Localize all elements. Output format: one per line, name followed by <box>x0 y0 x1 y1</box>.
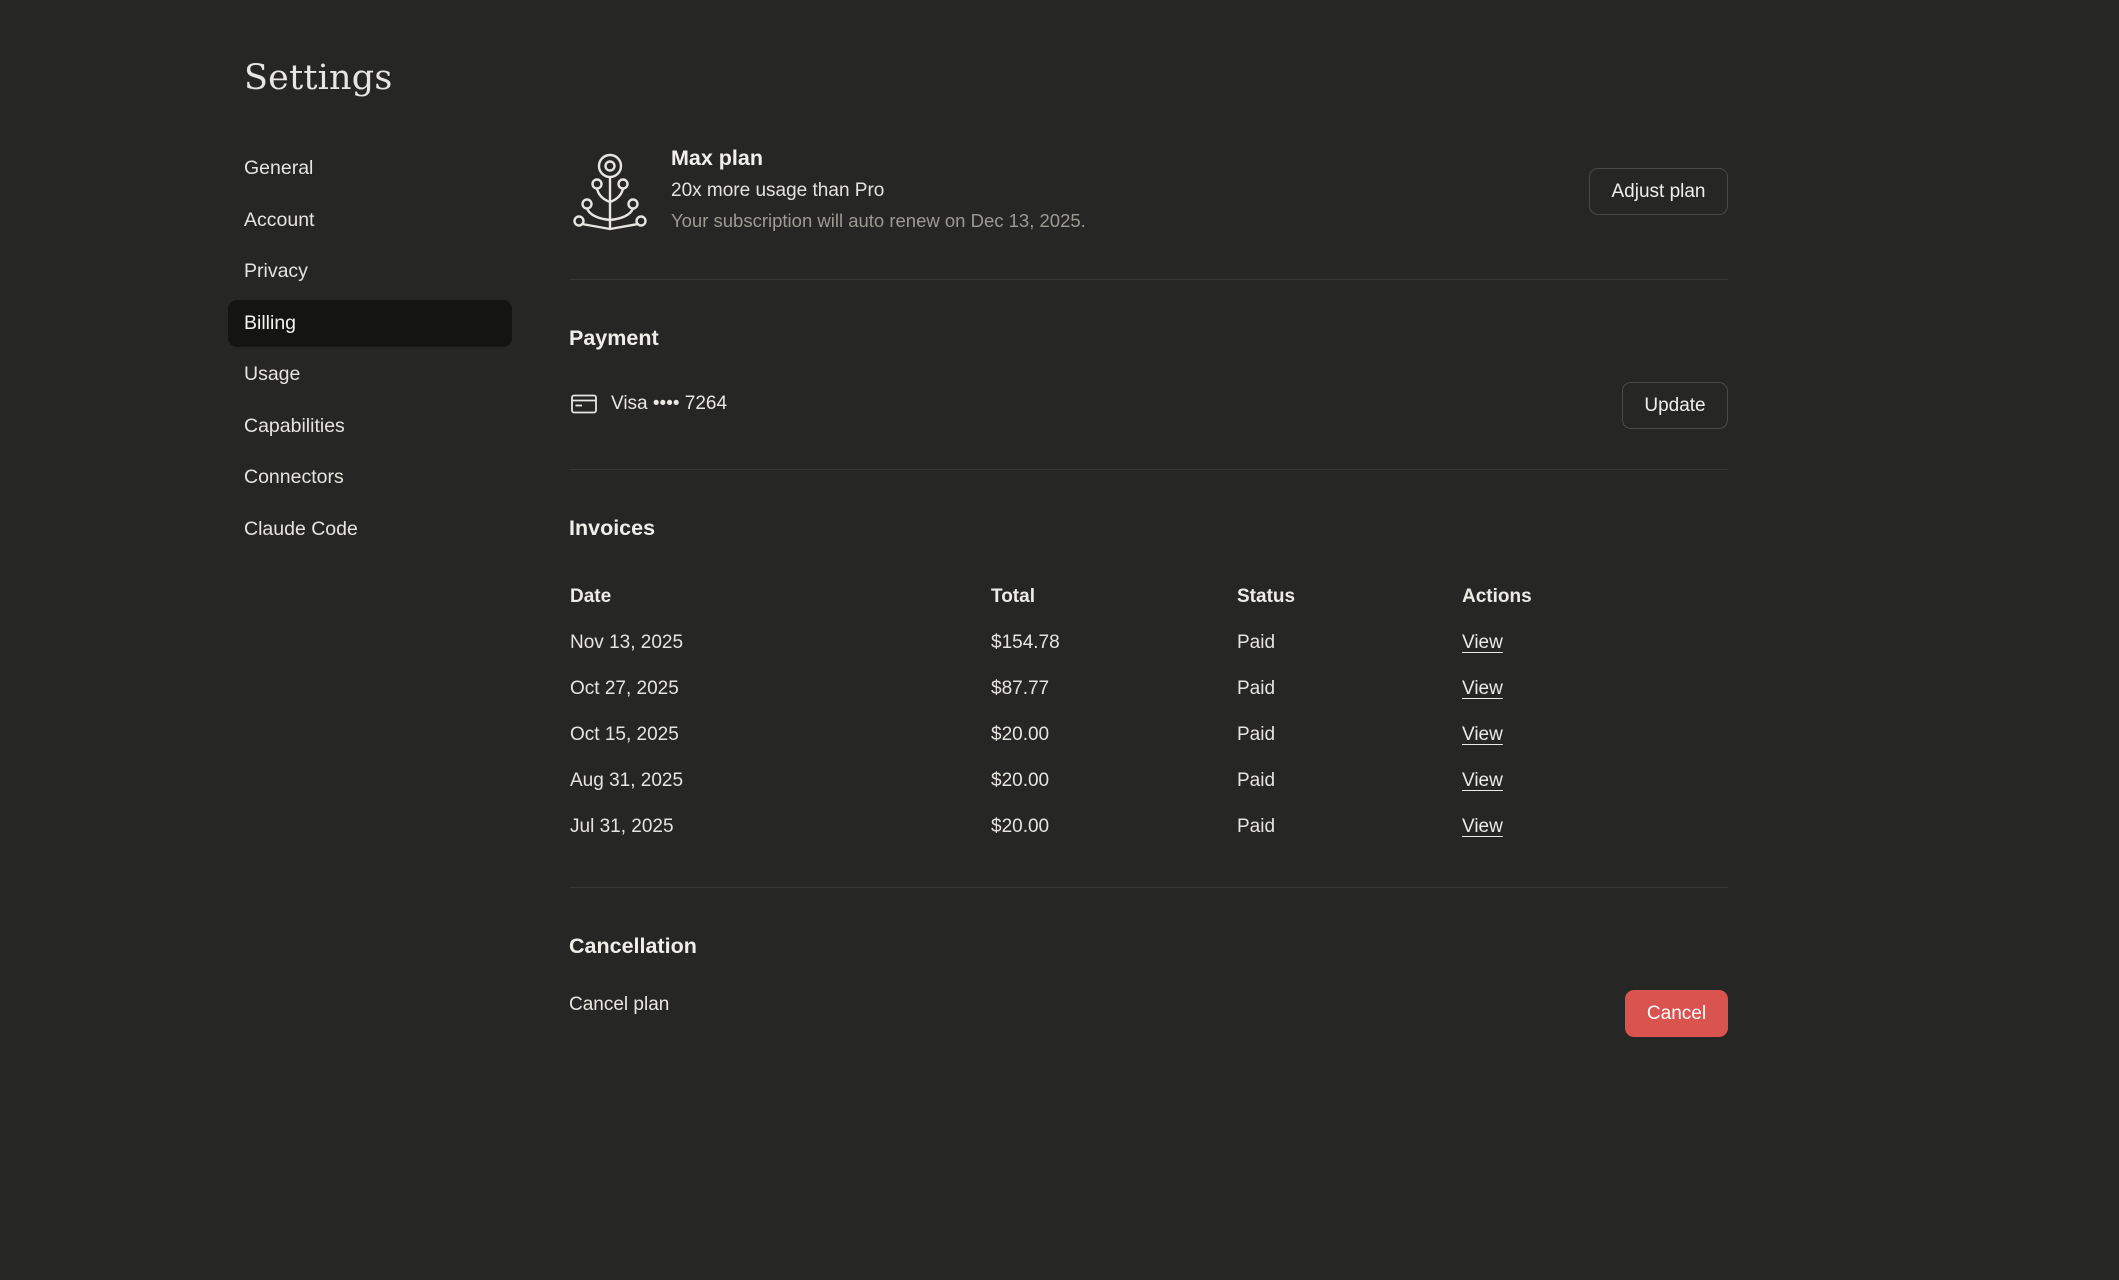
invoice-total: $20.00 <box>991 724 1050 745</box>
sidebar-item-billing[interactable]: Billing <box>228 299 512 347</box>
invoice-status: Paid <box>1237 724 1276 745</box>
invoice-total: $20.00 <box>991 816 1050 837</box>
cancel-plan-label: Cancel plan <box>569 994 670 1015</box>
invoice-date: Nov 13, 2025 <box>570 632 684 653</box>
sidebar-item-label: Account <box>244 208 315 231</box>
credit-card-icon <box>571 394 597 414</box>
cancellation-title: Cancellation <box>569 934 697 958</box>
invoice-date: Jul 31, 2025 <box>570 816 674 837</box>
invoice-date: Aug 31, 2025 <box>570 770 684 791</box>
view-invoice-link[interactable]: View <box>1462 632 1503 654</box>
cancel-plan-button[interactable]: Cancel <box>1625 990 1728 1037</box>
header-date: Date <box>570 586 612 607</box>
sidebar-item-privacy[interactable]: Privacy <box>228 248 512 295</box>
invoice-date: Oct 27, 2025 <box>570 678 679 699</box>
settings-sidebar: General Account Privacy Billing Usage Ca… <box>228 145 512 557</box>
adjust-plan-button[interactable]: Adjust plan <box>1589 168 1728 215</box>
invoice-status: Paid <box>1237 816 1276 837</box>
plan-tree-icon <box>573 153 647 231</box>
plan-section: Max plan 20x more usage than Pro Your su… <box>569 140 1728 280</box>
card-number: Visa •••• 7264 <box>611 393 728 414</box>
table-header: Date Total Status Actions <box>570 574 1728 620</box>
table-row: Nov 13, 2025 $154.78 Paid View <box>570 620 1728 666</box>
sidebar-item-usage[interactable]: Usage <box>228 351 512 398</box>
sidebar-item-account[interactable]: Account <box>228 197 512 244</box>
invoice-date: Oct 15, 2025 <box>570 724 679 745</box>
plan-details: Max plan 20x more usage than Pro Your su… <box>671 146 1086 232</box>
sidebar-item-label: Privacy <box>244 260 308 282</box>
payment-section: Payment Visa •••• 7264 Update <box>569 280 1728 470</box>
sidebar-item-capabilities[interactable]: Capabilities <box>228 403 512 450</box>
table-row: Oct 15, 2025 $20.00 Paid View <box>570 712 1728 758</box>
cancellation-section: Cancellation Cancel plan Cancel <box>569 888 1728 1058</box>
invoice-total: $154.78 <box>991 632 1060 653</box>
sidebar-item-label: Usage <box>244 363 301 385</box>
view-invoice-link[interactable]: View <box>1462 678 1503 700</box>
view-invoice-link[interactable]: View <box>1462 816 1503 838</box>
invoice-status: Paid <box>1237 770 1276 791</box>
table-row: Aug 31, 2025 $20.00 Paid View <box>570 758 1728 804</box>
header-actions: Actions <box>1462 586 1532 607</box>
plan-name: Max plan <box>671 146 763 170</box>
invoice-status: Paid <box>1237 678 1276 699</box>
payment-method: Visa •••• 7264 <box>571 393 727 415</box>
view-invoice-link[interactable]: View <box>1462 724 1503 746</box>
billing-content: Max plan 20x more usage than Pro Your su… <box>569 140 1728 1058</box>
invoices-title: Invoices <box>569 516 656 540</box>
sidebar-item-general[interactable]: General <box>228 145 512 192</box>
sidebar-item-label: Claude Code <box>244 517 358 540</box>
sidebar-item-label: Capabilities <box>244 414 345 437</box>
plan-renewal-note: Your subscription will auto renew on Dec… <box>671 210 1086 231</box>
view-invoice-link[interactable]: View <box>1462 770 1503 792</box>
payment-title: Payment <box>569 326 659 350</box>
header-total: Total <box>991 586 1035 607</box>
invoice-status: Paid <box>1237 632 1276 653</box>
invoices-section: Invoices Date Total Status Actions Nov 1… <box>569 470 1728 888</box>
sidebar-item-connectors[interactable]: Connectors <box>228 454 512 501</box>
page-title: Settings <box>244 58 393 98</box>
sidebar-item-label: Connectors <box>244 466 344 488</box>
invoice-total: $20.00 <box>991 770 1050 791</box>
update-payment-button[interactable]: Update <box>1622 382 1728 429</box>
table-row: Oct 27, 2025 $87.77 Paid View <box>570 666 1728 712</box>
table-row: Jul 31, 2025 $20.00 Paid View <box>570 804 1728 850</box>
invoice-total: $87.77 <box>991 678 1050 699</box>
header-status: Status <box>1237 586 1296 607</box>
sidebar-item-label: General <box>244 157 314 179</box>
sidebar-item-label: Billing <box>244 311 297 334</box>
invoices-table: Date Total Status Actions Nov 13, 2025 $… <box>570 574 1728 850</box>
sidebar-item-claude-code[interactable]: Claude Code <box>228 506 512 553</box>
plan-description: 20x more usage than Pro <box>671 180 885 201</box>
